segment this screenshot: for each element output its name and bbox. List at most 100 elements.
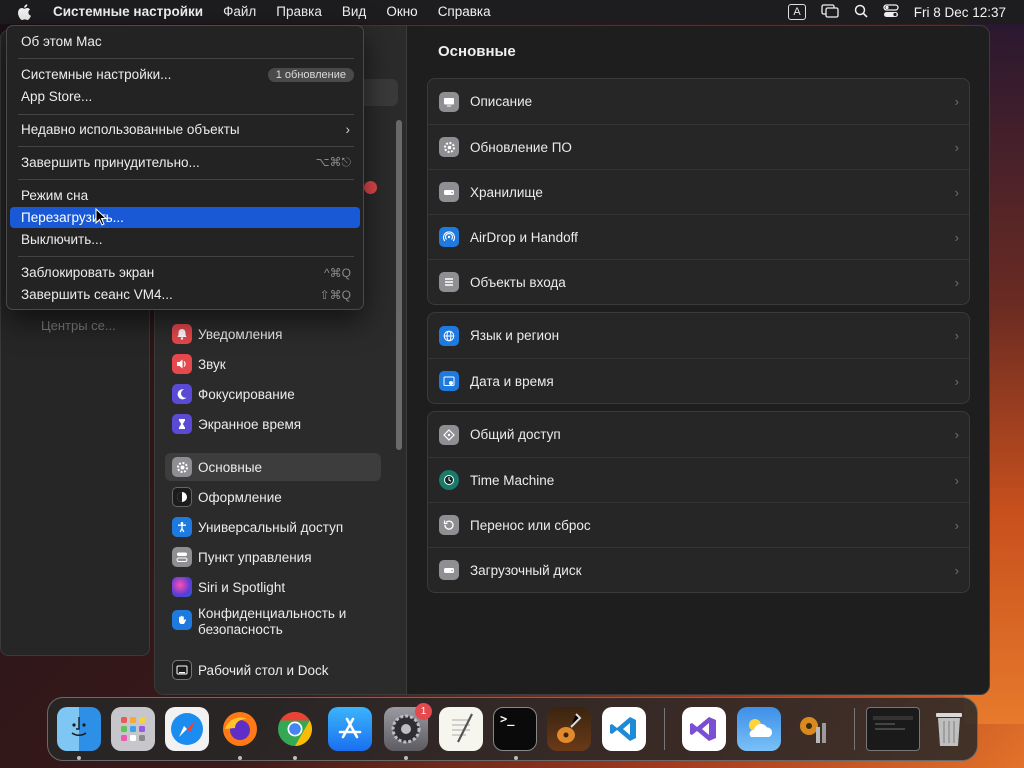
control-center-icon[interactable] bbox=[883, 3, 899, 21]
running-indicator bbox=[293, 756, 297, 760]
row-transfer-reset[interactable]: Перенос или сброс › bbox=[428, 502, 969, 547]
bell-icon bbox=[172, 324, 192, 344]
menu-item-label: Об этом Mac bbox=[21, 34, 102, 49]
chevron-right-icon: › bbox=[954, 562, 959, 578]
menu-item-shutdown[interactable]: Выключить... bbox=[10, 229, 360, 250]
calendar-clock-icon bbox=[439, 371, 459, 391]
sidebar-item-general[interactable]: Основные bbox=[165, 453, 381, 481]
trash-icon[interactable] bbox=[927, 707, 971, 751]
keychain-icon[interactable] bbox=[792, 707, 836, 751]
sidebar-item-appearance[interactable]: Оформление bbox=[165, 483, 381, 511]
chevron-right-icon: › bbox=[954, 427, 959, 442]
menu-item-force-quit[interactable]: Завершить принудительно... ⌥⌘⎋ bbox=[10, 152, 360, 173]
row-about[interactable]: Описание › bbox=[428, 79, 969, 124]
menu-item-restart[interactable]: Перезагрузить... bbox=[10, 207, 360, 228]
running-indicator bbox=[514, 756, 518, 760]
sidebar-item-desktop-dock[interactable]: Рабочий стол и Dock bbox=[165, 656, 381, 684]
weather-icon[interactable] bbox=[737, 707, 781, 751]
row-date-time[interactable]: Дата и время › bbox=[428, 358, 969, 403]
sidebar-item-accessibility[interactable]: Универсальный доступ bbox=[165, 513, 381, 541]
sidebar-item-label: Универсальный доступ bbox=[198, 519, 344, 535]
apple-menu-dropdown: Об этом Mac Системные настройки... 1 обн… bbox=[6, 25, 364, 310]
chevron-right-icon: › bbox=[345, 122, 351, 137]
sidebar-scrollbar[interactable] bbox=[396, 120, 402, 450]
textedit-icon[interactable] bbox=[439, 707, 483, 751]
search-icon[interactable] bbox=[854, 4, 868, 21]
menu-item-sleep[interactable]: Режим сна bbox=[10, 185, 360, 206]
row-time-machine[interactable]: Time Machine › bbox=[428, 457, 969, 502]
menu-help[interactable]: Справка bbox=[428, 0, 501, 24]
sidebar-item-notifications[interactable]: Уведомления bbox=[165, 320, 381, 348]
menu-app-name[interactable]: Системные настройки bbox=[53, 0, 213, 24]
hourglass-icon bbox=[172, 414, 192, 434]
menu-item-system-settings[interactable]: Системные настройки... 1 обновление bbox=[10, 64, 360, 85]
sidebar-item-sound[interactable]: Звук bbox=[165, 350, 381, 378]
row-label: Язык и регион bbox=[470, 328, 560, 343]
row-software-update[interactable]: Обновление ПО › bbox=[428, 124, 969, 169]
running-indicator bbox=[238, 756, 242, 760]
menu-item-label: Завершить сеанс VM4... bbox=[21, 287, 173, 302]
vscode-icon[interactable] bbox=[602, 707, 646, 751]
menu-item-log-out[interactable]: Завершить сеанс VM4... ⇧⌘Q bbox=[10, 284, 360, 305]
minimized-window-thumbnail[interactable] bbox=[866, 707, 920, 751]
sidebar-item-label: Конфиденциальность и безопасность bbox=[198, 606, 347, 637]
terminal-icon[interactable]: >_ bbox=[493, 707, 537, 751]
finder-icon[interactable] bbox=[57, 707, 101, 751]
row-label: Загрузочный диск bbox=[470, 562, 582, 578]
speaker-icon bbox=[172, 354, 192, 374]
menu-item-app-store[interactable]: App Store... bbox=[10, 86, 360, 107]
sidebar-item-label: Экранное время bbox=[198, 416, 302, 432]
row-label: Описание bbox=[470, 94, 533, 109]
sidebar-item-label: Оформление bbox=[198, 489, 282, 505]
time-machine-icon bbox=[439, 470, 459, 490]
row-label: Общий доступ bbox=[470, 427, 561, 442]
sidebar-item-privacy-security[interactable]: Конфиденциальность и безопасность bbox=[165, 604, 381, 644]
menu-clock[interactable]: Fri 8 Dec 12:37 bbox=[914, 5, 1006, 20]
mouse-cursor-icon bbox=[95, 207, 108, 231]
firefox-icon[interactable] bbox=[218, 707, 262, 751]
menu-separator bbox=[18, 256, 354, 257]
chrome-icon[interactable] bbox=[273, 707, 317, 751]
row-startup-disk[interactable]: Загрузочный диск › bbox=[428, 547, 969, 592]
menu-window[interactable]: Окно bbox=[376, 0, 427, 24]
row-sharing[interactable]: Общий доступ › bbox=[428, 412, 969, 457]
menu-edit[interactable]: Правка bbox=[266, 0, 332, 24]
chevron-right-icon: › bbox=[954, 94, 959, 109]
shortcut-label: ⇧⌘Q bbox=[319, 287, 351, 302]
sidebar-item-screen-time[interactable]: Экранное время bbox=[165, 410, 381, 438]
reset-icon bbox=[439, 515, 459, 535]
sidebar-item-control-center[interactable]: Пункт управления bbox=[165, 543, 381, 571]
accessibility-icon bbox=[172, 517, 192, 537]
app-store-icon[interactable] bbox=[328, 707, 372, 751]
chevron-right-icon: › bbox=[954, 472, 959, 488]
siri-icon bbox=[172, 577, 192, 597]
gear-icon bbox=[172, 457, 192, 477]
safari-icon[interactable] bbox=[165, 707, 209, 751]
menu-bar: Системные настройки Файл Правка Вид Окно… bbox=[0, 0, 1024, 24]
row-language-region[interactable]: Язык и регион › bbox=[428, 313, 969, 358]
row-login-items[interactable]: Объекты входа › bbox=[428, 259, 969, 304]
row-storage[interactable]: Хранилище › bbox=[428, 169, 969, 214]
menu-separator bbox=[18, 146, 354, 147]
row-airdrop-handoff[interactable]: AirDrop и Handoff › bbox=[428, 214, 969, 259]
menu-view[interactable]: Вид bbox=[332, 0, 376, 24]
apple-menu-icon[interactable] bbox=[17, 4, 37, 20]
launchpad-icon[interactable] bbox=[111, 707, 155, 751]
row-label: Обновление ПО bbox=[470, 139, 572, 155]
menu-item-lock-screen[interactable]: Заблокировать экран ^⌘Q bbox=[10, 262, 360, 283]
screen-mirroring-icon[interactable] bbox=[821, 3, 839, 21]
menu-item-recent-items[interactable]: Недавно использованные объекты › bbox=[10, 119, 360, 140]
input-source-icon[interactable]: A bbox=[788, 4, 806, 20]
sidebar-item-focus[interactable]: Фокусирование bbox=[165, 380, 381, 408]
sidebar-item-label: Основные bbox=[198, 459, 263, 475]
visual-studio-icon[interactable] bbox=[682, 707, 726, 751]
airdrop-icon bbox=[439, 227, 459, 247]
gear-badge-icon bbox=[439, 137, 459, 157]
menu-item-about-mac[interactable]: Об этом Mac bbox=[10, 31, 360, 52]
notification-badge: 1 bbox=[415, 703, 432, 720]
menu-file[interactable]: Файл bbox=[213, 0, 266, 24]
sidebar-item-siri-spotlight[interactable]: Siri и Spotlight bbox=[165, 573, 381, 601]
row-label: Перенос или сброс bbox=[470, 517, 591, 533]
settings-group: Общий доступ › Time Machine › Перенос ил… bbox=[427, 411, 970, 593]
garageband-icon[interactable] bbox=[547, 707, 591, 751]
